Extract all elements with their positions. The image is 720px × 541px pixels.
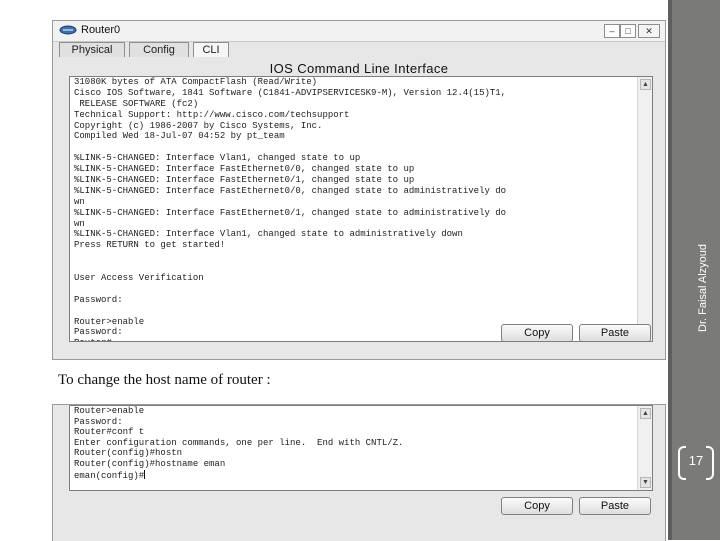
hostname-window: Router>enable Password: Router#conf t Enter… xyxy=(52,404,666,541)
terminal-line-text: Router#conf t xyxy=(74,427,145,438)
terminal-line: Compiled Wed 18-Jul-07 04:52 by pt_team xyxy=(70,131,652,142)
terminal-line-text: Technical Support: http://www.cisco.com/… xyxy=(74,109,350,120)
window-title: Router0 xyxy=(81,24,121,36)
slide-caption: To change the host name of router : xyxy=(58,372,271,388)
terminal-output-hostname: Router>enable Password: Router#conf t Enter… xyxy=(70,406,652,481)
terminal-line-text: Press RETURN to get started! xyxy=(74,240,226,251)
terminal-line-text: %LINK-5-CHANGED: Interface FastEthernet0… xyxy=(74,207,507,218)
vertical-scrollbar-hostname[interactable]: ▲ ▼ xyxy=(637,406,652,490)
router-icon xyxy=(59,25,77,35)
terminal-line: Cisco IOS Software, 1841 Software (C1841… xyxy=(70,88,652,99)
text-cursor xyxy=(144,469,146,479)
terminal-line-text: eman(config)# xyxy=(74,470,145,481)
terminal-line-text: %LINK-5-CHANGED: Interface FastEthernet0… xyxy=(74,175,415,186)
terminal-line: Password: xyxy=(70,295,652,306)
terminal-line: %LINK-5-CHANGED: Interface FastEthernet0… xyxy=(70,186,652,197)
terminal-line: wn xyxy=(70,197,652,208)
terminal-line-text: Copyright (c) 1986-2007 by Cisco Systems… xyxy=(74,120,323,131)
tab-physical[interactable]: Physical xyxy=(59,42,125,57)
terminal-line: eman(config)# xyxy=(70,469,652,481)
terminal-line-text: RELEASE SOFTWARE (fc2) xyxy=(74,98,199,109)
tab-config[interactable]: Config xyxy=(129,42,189,57)
terminal-line: Router(config)#hostn xyxy=(70,448,652,459)
vertical-scrollbar[interactable]: ▲ ▼ xyxy=(637,77,652,341)
terminal-line: %LINK-5-CHANGED: Interface FastEthernet0… xyxy=(70,175,652,186)
terminal-line: Copyright (c) 1986-2007 by Cisco Systems… xyxy=(70,121,652,132)
author-credit: Dr. Faisal Alzyoud xyxy=(697,243,709,332)
terminal-line-text: Password: xyxy=(74,327,123,338)
scroll-down-arrow-icon[interactable]: ▼ xyxy=(640,477,651,488)
terminal-line-text: Router>enable xyxy=(74,406,145,416)
paste-button-hostname[interactable]: Paste xyxy=(579,497,651,515)
terminal-line: %LINK-5-CHANGED: Interface FastEthernet0… xyxy=(70,208,652,219)
copy-button-hostname[interactable]: Copy xyxy=(501,497,573,515)
terminal-line-text: Cisco IOS Software, 1841 Software (C1841… xyxy=(74,87,507,98)
terminal-line: %LINK-5-CHANGED: Interface Vlan1, change… xyxy=(70,229,652,240)
terminal-line-text: %LINK-5-CHANGED: Interface FastEthernet0… xyxy=(74,164,415,175)
terminal-line-text: Compiled Wed 18-Jul-07 04:52 by pt_team xyxy=(74,131,285,142)
side-band-strip xyxy=(668,0,672,540)
terminal-line-text: Router# xyxy=(74,338,112,341)
page-number-box: 17 xyxy=(678,446,714,480)
copy-button[interactable]: Copy xyxy=(501,324,573,342)
terminal-line-text: %LINK-5-CHANGED: Interface Vlan1, change… xyxy=(74,153,361,164)
terminal-line: Enter configuration commands, one per li… xyxy=(70,438,652,449)
terminal-line: wn xyxy=(70,219,652,230)
terminal-line-text: Enter configuration commands, one per li… xyxy=(74,437,404,448)
terminal-line-text: 31080K bytes of ATA CompactFlash (Read/W… xyxy=(74,77,318,87)
terminal-line: %LINK-5-CHANGED: Interface Vlan1, change… xyxy=(70,153,652,164)
tab-cli[interactable]: CLI xyxy=(193,42,229,57)
terminal-line-text: Router>enable xyxy=(74,316,145,327)
paste-button[interactable]: Paste xyxy=(579,324,651,342)
router-window: Router0 – □ ✕ Physical Config CLI IOS Co… xyxy=(52,20,666,360)
terminal-line: 31080K bytes of ATA CompactFlash (Read/W… xyxy=(70,77,652,88)
terminal-output: 31080K bytes of ATA CompactFlash (Read/W… xyxy=(70,77,652,341)
terminal-line-text: Router(config)#hostn xyxy=(74,448,183,459)
terminal-line: User Access Verification xyxy=(70,273,652,284)
terminal-line: Router#conf t xyxy=(70,427,652,438)
terminal-line: Router(config)#hostname eman xyxy=(70,459,652,470)
minimize-button[interactable]: – xyxy=(604,24,620,38)
terminal-line-text: wn xyxy=(74,196,85,207)
cli-terminal[interactable]: 31080K bytes of ATA CompactFlash (Read/W… xyxy=(69,76,653,342)
terminal-line: Technical Support: http://www.cisco.com/… xyxy=(70,110,652,121)
terminal-line: Password: xyxy=(70,417,652,428)
cli-heading: IOS Command Line Interface xyxy=(269,61,449,76)
close-button[interactable]: ✕ xyxy=(638,24,660,38)
terminal-line-text: %LINK-5-CHANGED: Interface FastEthernet0… xyxy=(74,185,507,196)
terminal-line-text: Password: xyxy=(74,294,123,305)
maximize-button[interactable]: □ xyxy=(620,24,636,38)
cli-terminal-hostname[interactable]: Router>enable Password: Router#conf t Enter… xyxy=(69,405,653,491)
scroll-up-arrow-icon[interactable]: ▲ xyxy=(640,79,651,90)
scroll-up-arrow-icon[interactable]: ▲ xyxy=(640,408,651,419)
terminal-line-text: %LINK-5-CHANGED: Interface Vlan1, change… xyxy=(74,229,463,240)
title-bar[interactable]: Router0 – □ ✕ xyxy=(53,21,665,42)
terminal-line-text: Router(config)#hostname eman xyxy=(74,458,226,469)
terminal-line: %LINK-5-CHANGED: Interface FastEthernet0… xyxy=(70,164,652,175)
terminal-line-text: User Access Verification xyxy=(74,273,204,284)
terminal-line-text: wn xyxy=(74,218,85,229)
terminal-line: Press RETURN to get started! xyxy=(70,240,652,251)
terminal-line-text: Password: xyxy=(74,416,123,427)
terminal-line: Router>enable xyxy=(70,406,652,417)
terminal-line: RELEASE SOFTWARE (fc2) xyxy=(70,99,652,110)
page-number: 17 xyxy=(688,453,704,468)
